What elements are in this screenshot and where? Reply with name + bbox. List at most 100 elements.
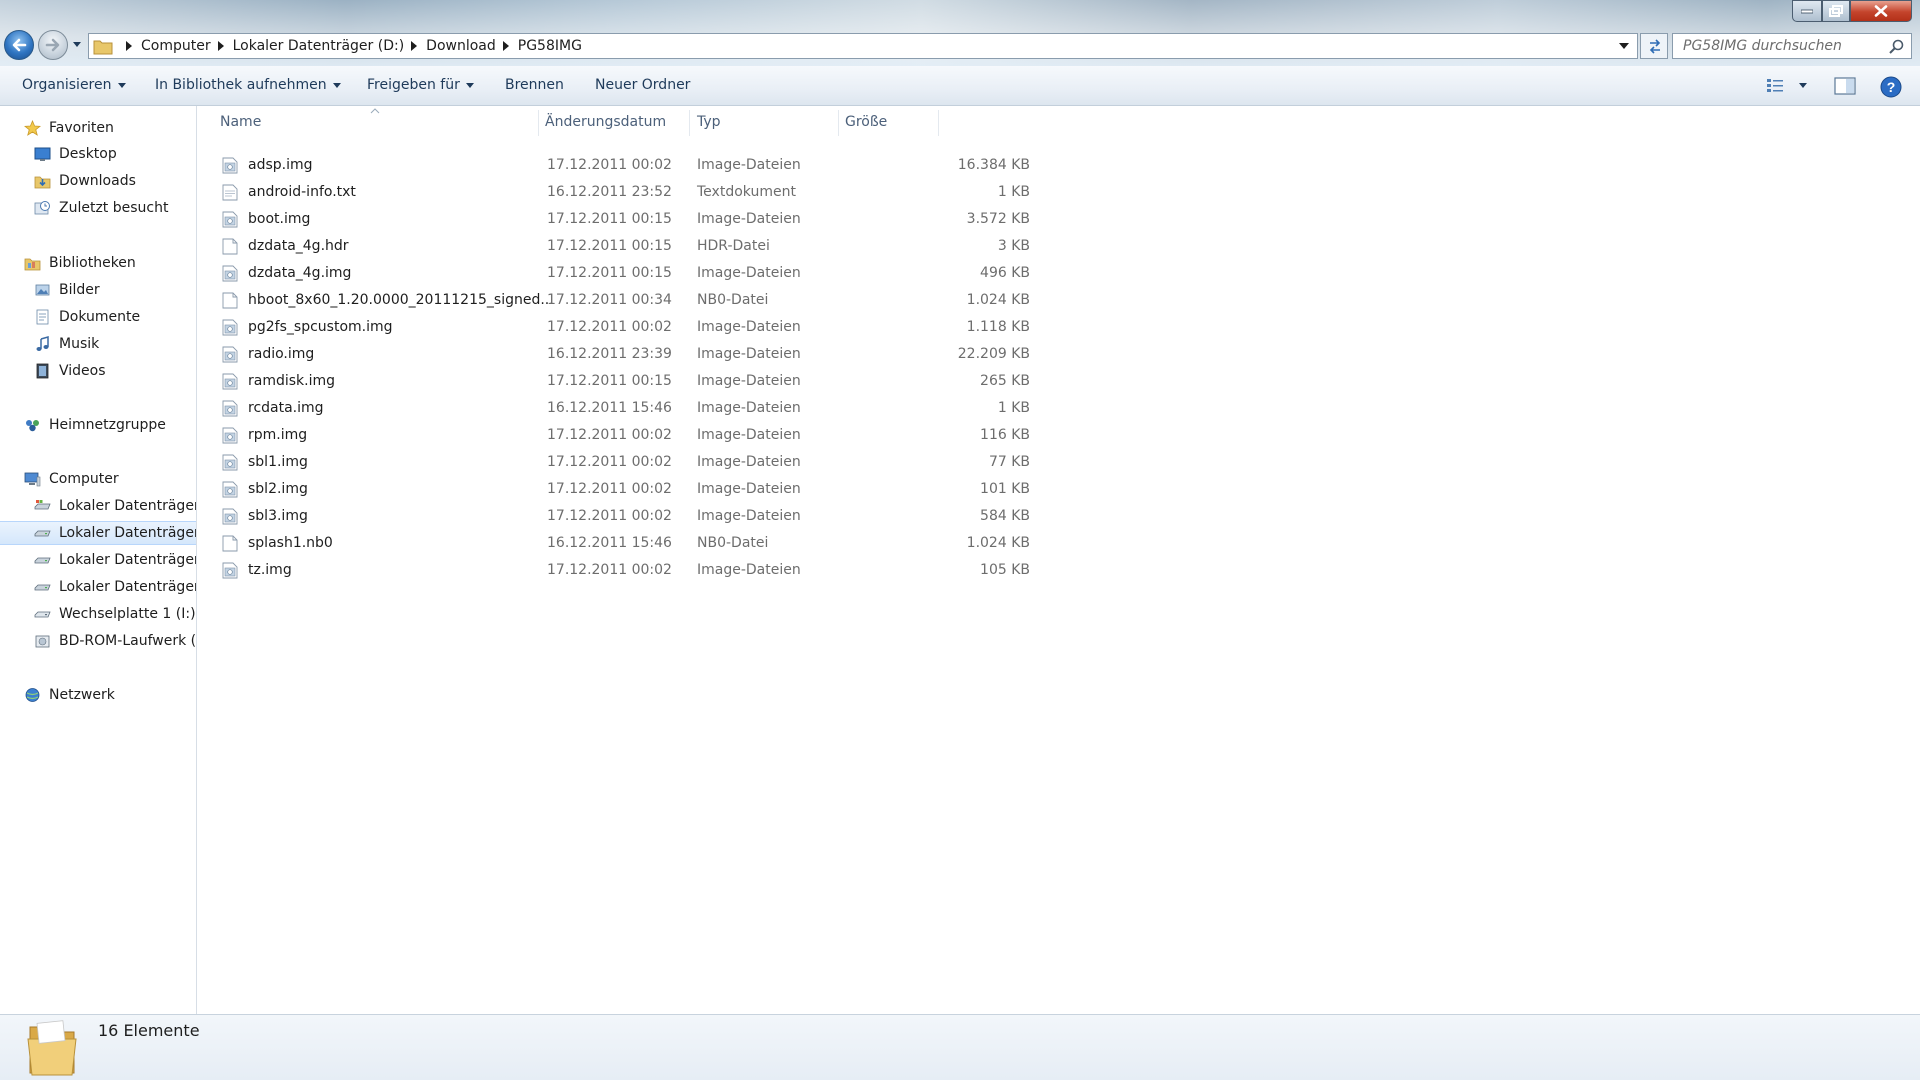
system-drive-icon — [34, 500, 51, 510]
file-row[interactable]: dzdata_4g.img 17.12.2011 00:15 Image-Datei… — [218, 262, 1138, 284]
organize-menu[interactable]: Organisieren — [22, 77, 126, 93]
nav-bd-rom-drive[interactable]: BD-ROM-Laufwerk (I — [0, 629, 196, 653]
file-size: 3.572 KB — [966, 211, 1030, 227]
nav-libraries[interactable]: Bibliotheken — [0, 251, 196, 275]
image-file-icon — [222, 373, 238, 390]
file-row[interactable]: hboot_8x60_1.20.0000_20111215_signed... 1… — [218, 289, 1138, 311]
file-type: Image-Dateien — [697, 265, 801, 281]
nav-network[interactable]: Netzwerk — [0, 683, 196, 707]
breadcrumb-drive[interactable]: Lokaler Datenträger (D:) — [233, 38, 405, 54]
file-row[interactable]: sbl3.img 17.12.2011 00:02 Image-Dateien 584… — [218, 505, 1138, 527]
close-button[interactable] — [1850, 0, 1912, 22]
file-type: Textdokument — [697, 184, 796, 200]
nav-local-disk-c[interactable]: Lokaler Datenträger — [0, 494, 196, 518]
image-file-icon — [222, 400, 238, 417]
nav-recent-places-label: Zuletzt besucht — [59, 200, 169, 216]
nav-desktop[interactable]: Desktop — [0, 142, 196, 166]
file-row[interactable]: radio.img 16.12.2011 23:39 Image-Dateien 22… — [218, 343, 1138, 365]
file-name: rpm.img — [248, 427, 308, 443]
file-row[interactable]: splash1.nb0 16.12.2011 15:46 NB0-Datei 1.02… — [218, 532, 1138, 554]
nav-videos[interactable]: Videos — [0, 359, 196, 383]
column-header-name[interactable]: Name — [198, 106, 538, 140]
nav-local-disk-label: Lokaler Datenträger — [59, 552, 197, 568]
recent-pages-dropdown-icon[interactable] — [72, 40, 82, 50]
file-row[interactable]: tz.img 17.12.2011 00:02 Image-Dateien 105 K… — [218, 559, 1138, 581]
burn-button[interactable]: Brennen — [505, 77, 564, 93]
file-row[interactable]: rcdata.img 16.12.2011 15:46 Image-Dateien 1… — [218, 397, 1138, 419]
nav-downloads[interactable]: Downloads — [0, 169, 196, 193]
breadcrumb-chevron-icon[interactable] — [410, 41, 418, 51]
breadcrumb-chevron-icon[interactable] — [125, 41, 133, 51]
column-divider[interactable] — [938, 110, 939, 136]
file-row[interactable]: rpm.img 17.12.2011 00:02 Image-Dateien 116 … — [218, 424, 1138, 446]
computer-icon — [24, 472, 41, 487]
column-header-date[interactable]: Änderungsdatum — [539, 106, 689, 140]
breadcrumb-current-folder[interactable]: PG58IMG — [518, 38, 582, 54]
back-button[interactable] — [4, 30, 34, 60]
videos-icon — [36, 363, 49, 379]
nav-recent-places[interactable]: Zuletzt besucht — [0, 196, 196, 220]
search-icon[interactable] — [1889, 39, 1905, 55]
file-name: boot.img — [248, 211, 311, 227]
navigation-pane: Favoriten Desktop Downloads Zuletzt besu… — [0, 106, 197, 1014]
breadcrumb-chevron-icon[interactable] — [502, 41, 510, 51]
file-row[interactable]: boot.img 17.12.2011 00:15 Image-Dateien 3.5… — [218, 208, 1138, 230]
arrow-right-icon — [45, 38, 60, 52]
hard-drive-icon — [34, 557, 51, 564]
file-size: 116 KB — [980, 427, 1030, 443]
file-type: Image-Dateien — [697, 211, 801, 227]
recent-places-icon — [34, 201, 50, 215]
nav-music[interactable]: Musik — [0, 332, 196, 356]
nav-documents[interactable]: Dokumente — [0, 305, 196, 329]
nav-pictures[interactable]: Bilder — [0, 278, 196, 302]
nav-local-disk-f[interactable]: Lokaler Datenträger — [0, 575, 196, 599]
nav-computer[interactable]: Computer — [0, 467, 196, 491]
image-file-icon — [222, 346, 238, 363]
address-dropdown-icon[interactable] — [1619, 42, 1629, 50]
search-input[interactable]: PG58IMG durchsuchen — [1672, 33, 1912, 59]
nav-local-disk-e[interactable]: Lokaler Datenträger — [0, 548, 197, 572]
new-folder-button[interactable]: Neuer Ordner — [595, 77, 690, 93]
address-bar[interactable]: Computer Lokaler Datenträger (D:) Downlo… — [88, 33, 1638, 59]
file-size: 105 KB — [980, 562, 1030, 578]
breadcrumb-computer[interactable]: Computer — [141, 38, 211, 54]
maximize-button[interactable] — [1822, 0, 1850, 22]
column-header-type[interactable]: Typ — [690, 106, 838, 140]
close-icon — [1874, 5, 1888, 17]
file-row[interactable]: sbl2.img 17.12.2011 00:02 Image-Dateien 101… — [218, 478, 1138, 500]
file-type: Image-Dateien — [697, 508, 801, 524]
nav-homegroup[interactable]: Heimnetzgruppe — [0, 413, 196, 437]
nav-local-disk-d[interactable]: Lokaler Datenträger — [0, 521, 196, 545]
change-view-icon[interactable] — [1766, 76, 1786, 94]
file-row[interactable]: pg2fs_spcustom.img 17.12.2011 00:02 Image-… — [218, 316, 1138, 338]
file-row[interactable]: android-info.txt 16.12.2011 23:52 Textdoku… — [218, 181, 1138, 203]
share-with-menu[interactable]: Freigeben für — [367, 77, 474, 93]
help-icon[interactable]: ? — [1880, 76, 1902, 98]
breadcrumb-chevron-icon[interactable] — [217, 41, 225, 51]
breadcrumb-download[interactable]: Download — [426, 38, 496, 54]
file-name: sbl2.img — [248, 481, 308, 497]
column-header-type-label: Typ — [697, 114, 721, 130]
file-modified-date: 16.12.2011 23:52 — [547, 184, 672, 200]
file-row[interactable]: sbl1.img 17.12.2011 00:02 Image-Dateien 77 … — [218, 451, 1138, 473]
nav-removable-disk[interactable]: Wechselplatte 1 (I:) — [0, 602, 196, 626]
column-header-size[interactable]: Größe — [839, 106, 937, 140]
file-row[interactable]: dzdata_4g.hdr 17.12.2011 00:15 HDR-Datei 3 … — [218, 235, 1138, 257]
forward-button[interactable] — [38, 30, 68, 60]
refresh-button[interactable] — [1640, 33, 1668, 59]
image-file-icon — [222, 157, 238, 174]
blank-file-icon — [222, 292, 238, 309]
chevron-down-icon — [117, 82, 126, 88]
file-row[interactable]: ramdisk.img 17.12.2011 00:15 Image-Dateien… — [218, 370, 1138, 392]
preview-pane-icon[interactable] — [1834, 76, 1856, 96]
file-type: Image-Dateien — [697, 562, 801, 578]
minimize-button[interactable] — [1792, 0, 1822, 22]
include-in-library-menu[interactable]: In Bibliothek aufnehmen — [155, 77, 341, 93]
view-options-dropdown-icon[interactable] — [1798, 82, 1808, 90]
nav-favorites[interactable]: Favoriten — [0, 116, 196, 140]
pictures-icon — [35, 284, 50, 296]
breadcrumb[interactable]: Computer Lokaler Datenträger (D:) Downlo… — [119, 34, 582, 58]
nav-favorites-label: Favoriten — [49, 120, 114, 136]
title-bar: Computer Lokaler Datenträger (D:) Downlo… — [0, 0, 1920, 66]
file-row[interactable]: adsp.img 17.12.2011 00:02 Image-Dateien 16.… — [218, 154, 1138, 176]
